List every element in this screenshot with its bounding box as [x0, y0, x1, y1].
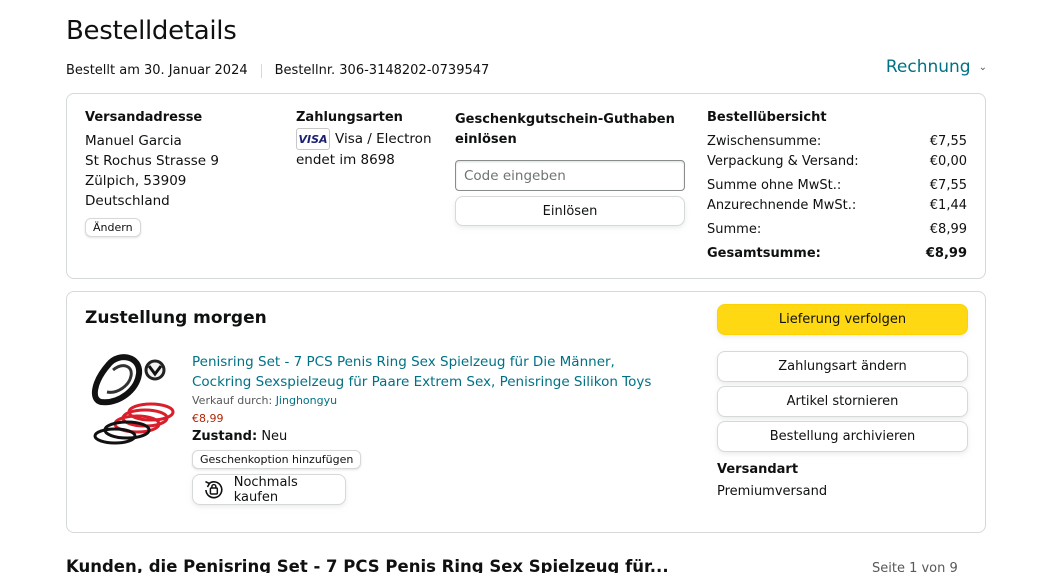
payment-method: VISA Visa / Electron	[296, 128, 432, 150]
invoice-label: Rechnung	[885, 57, 971, 77]
summary-label: Verpackung & Versand:	[707, 154, 859, 169]
buy-again-label: Nochmals kaufen	[233, 474, 298, 505]
address-line: Manuel Garcia	[85, 133, 182, 149]
recommendations-pager: Seite 1 von 9	[872, 561, 958, 573]
page-title: Bestelldetails	[66, 16, 237, 46]
summary-value: €7,55	[929, 178, 967, 193]
invoice-dropdown[interactable]: Rechnung ⌄	[886, 57, 987, 77]
summary-value: €8,99	[929, 222, 967, 237]
address-line: Zülpich, 53909	[85, 173, 187, 189]
shipping-method-value: Premiumversand	[717, 484, 828, 499]
archive-order-button[interactable]: Bestellung archivieren	[717, 421, 968, 452]
shipping-address-section: Versandadresse Manuel Garcia St Rochus S…	[85, 110, 219, 237]
summary-label: Summe:	[707, 222, 762, 237]
address-line: Deutschland	[85, 193, 170, 209]
product-image[interactable]	[89, 352, 177, 447]
total-label: Gesamtsumme:	[707, 246, 821, 261]
order-date: Bestellt am 30. Januar 2024	[66, 63, 248, 78]
redeem-button[interactable]: Einlösen	[455, 196, 685, 226]
address-lines: Manuel Garcia St Rochus Strasse 9 Zülpic…	[85, 131, 219, 211]
order-meta: Bestellt am 30. Januar 2024 Bestellnr. 3…	[66, 63, 489, 78]
buy-again-icon	[205, 480, 223, 498]
seller-info: Verkauf durch: Jinghongyu	[192, 394, 672, 407]
chevron-down-icon: ⌄	[978, 61, 987, 73]
change-payment-button[interactable]: Zahlungsart ändern	[717, 351, 968, 382]
gift-card-section: Geschenkgutschein-Guthaben einlösen Einl…	[455, 110, 687, 226]
shipping-address-heading: Versandadresse	[85, 110, 203, 125]
payment-section: Zahlungsarten VISA Visa / Electron endet…	[296, 110, 432, 168]
seller-prefix: Verkauf durch:	[192, 394, 273, 407]
divider	[260, 63, 262, 78]
order-number: Bestellnr. 306-3148202-0739547	[274, 63, 490, 78]
order-info-box: Versandadresse Manuel Garcia St Rochus S…	[66, 93, 986, 279]
gift-card-heading: Geschenkgutschein-Guthaben einlösen	[455, 112, 675, 147]
summary-total-row: Gesamtsumme: €8,99	[707, 244, 967, 264]
track-delivery-button[interactable]: Lieferung verfolgen	[717, 304, 968, 335]
product-title-link[interactable]: Penisring Set - 7 PCS Penis Ring Sex Spi…	[192, 352, 672, 392]
summary-heading: Bestellübersicht	[707, 110, 827, 125]
add-gift-option-button[interactable]: Geschenkoption hinzufügen	[192, 450, 362, 469]
delivery-box: Zustellung morgen Penisring Set - 7 PCS …	[66, 291, 986, 533]
summary-value: €0,00	[929, 154, 967, 169]
summary-label: Summe ohne MwSt.:	[707, 178, 842, 193]
summary-row: Zwischensumme: €7,55	[707, 132, 967, 152]
summary-row: Summe ohne MwSt.: €7,55	[707, 176, 967, 196]
payment-heading: Zahlungsarten	[296, 110, 403, 125]
summary-value: €7,55	[929, 134, 967, 149]
product-condition: Zustand: Neu	[192, 429, 672, 444]
seller-link[interactable]: Jinghongyu	[276, 394, 337, 407]
change-address-button[interactable]: Ändern	[85, 218, 141, 237]
shipping-method-heading: Versandart	[717, 462, 799, 477]
cancel-item-button[interactable]: Artikel stornieren	[717, 386, 968, 417]
total-value: €8,99	[925, 246, 967, 261]
condition-value: Neu	[261, 429, 288, 444]
summary-row: Verpackung & Versand: €0,00	[707, 152, 967, 172]
summary-row: Summe: €8,99	[707, 220, 967, 240]
summary-row: Anzurechnende MwSt.: €1,44	[707, 196, 967, 216]
summary-label: Anzurechnende MwSt.:	[707, 198, 857, 213]
visa-card-icon: VISA	[296, 128, 330, 150]
product-details: Penisring Set - 7 PCS Penis Ring Sex Spi…	[192, 352, 672, 505]
condition-label: Zustand:	[192, 429, 258, 444]
card-ending: endet im 8698	[296, 152, 395, 168]
card-type: Visa / Electron	[335, 131, 432, 147]
buy-again-button[interactable]: Nochmals kaufen	[192, 474, 346, 505]
delivery-status-title: Zustellung morgen	[85, 308, 267, 328]
order-summary: Bestellübersicht Zwischensumme: €7,55 Ve…	[707, 110, 967, 264]
gift-code-input[interactable]	[455, 160, 685, 191]
summary-label: Zwischensumme:	[707, 134, 822, 149]
order-actions: Lieferung verfolgen Zahlungsart ändern A…	[717, 304, 968, 499]
address-line: St Rochus Strasse 9	[85, 153, 219, 169]
summary-value: €1,44	[929, 198, 967, 213]
product-price: €8,99	[192, 412, 224, 425]
recommendations-title: Kunden, die Penisring Set - 7 PCS Penis …	[66, 557, 669, 573]
